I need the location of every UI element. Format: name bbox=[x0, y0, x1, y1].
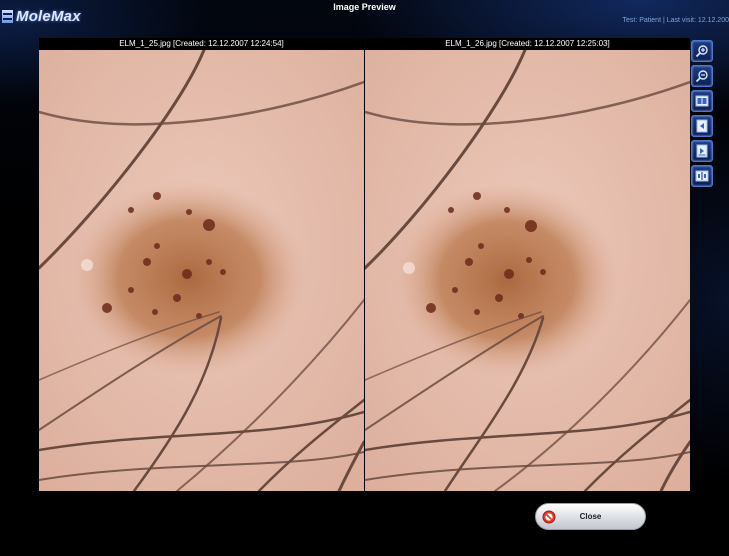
next-image-button[interactable] bbox=[691, 140, 713, 162]
dermoscopy-image-right-svg bbox=[365, 50, 690, 491]
zoom-out-button[interactable] bbox=[691, 65, 713, 87]
dermoscopy-image-right[interactable] bbox=[365, 50, 690, 491]
previous-image-button[interactable] bbox=[691, 115, 713, 137]
split-view-icon bbox=[695, 170, 709, 182]
previous-image-icon bbox=[696, 119, 708, 133]
compare-images-icon bbox=[695, 95, 709, 107]
next-image-icon bbox=[696, 144, 708, 158]
compare-images-button[interactable] bbox=[691, 90, 713, 112]
close-button[interactable]: Close bbox=[535, 503, 646, 530]
dermoscopy-image-left-svg bbox=[39, 50, 364, 491]
zoom-out-icon bbox=[695, 70, 708, 83]
window-title: Image Preview bbox=[333, 2, 396, 12]
close-button-label: Close bbox=[579, 512, 602, 521]
dermoscopy-image-left[interactable] bbox=[39, 50, 364, 491]
image-panel-left: ELM_1_25.jpg [Created: 12.12.2007 12:24:… bbox=[39, 38, 364, 491]
image-caption-right: ELM_1_26.jpg [Created: 12.12.2007 12:25:… bbox=[445, 39, 610, 48]
zoom-in-button[interactable] bbox=[691, 40, 713, 62]
title-bar: MoleMax Image Preview Test: Patient | La… bbox=[0, 0, 729, 30]
image-caption-left: ELM_1_25.jpg [Created: 12.12.2007 12:24:… bbox=[119, 39, 284, 48]
patient-status-text: Test: Patient | Last visit: 12.12.200 bbox=[622, 17, 729, 24]
zoom-in-icon bbox=[695, 45, 708, 58]
image-toolbar bbox=[691, 40, 713, 190]
split-view-button[interactable] bbox=[691, 165, 713, 187]
image-panel-right: ELM_1_26.jpg [Created: 12.12.2007 12:25:… bbox=[365, 38, 690, 491]
